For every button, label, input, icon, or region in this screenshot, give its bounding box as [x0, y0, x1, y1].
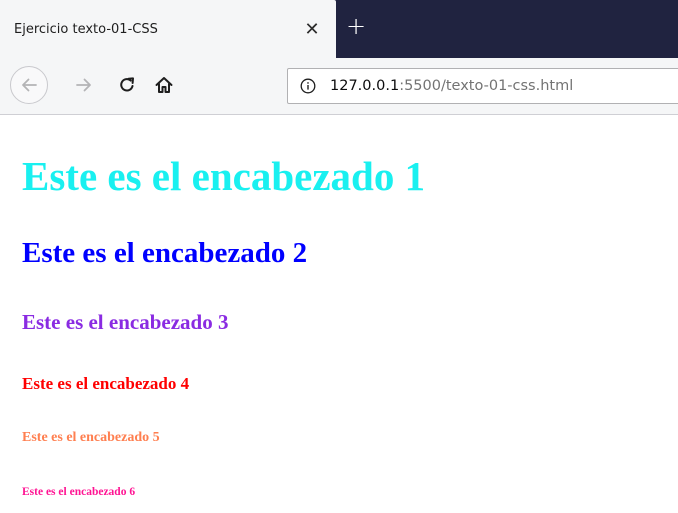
- heading-4: Este es el encabezado 4: [22, 374, 190, 393]
- url-text[interactable]: 127.0.0.1:5500/texto-01-css.html: [330, 78, 573, 94]
- navigation-toolbar: 127.0.0.1:5500/texto-01-css.html: [0, 58, 678, 115]
- new-tab-button[interactable]: +: [343, 12, 369, 40]
- heading-3: Este es el encabezado 3: [22, 310, 229, 334]
- url-host: 127.0.0.1: [330, 78, 400, 94]
- close-icon[interactable]: ✕: [300, 17, 324, 41]
- tab-strip: Ejercicio texto-01-CSS ✕ +: [0, 0, 678, 58]
- tab-active[interactable]: Ejercicio texto-01-CSS ✕: [0, 0, 336, 58]
- tab-title: Ejercicio texto-01-CSS: [14, 22, 158, 37]
- home-icon: [155, 77, 173, 93]
- heading-5: Este es el encabezado 5: [22, 430, 160, 445]
- heading-6: Este es el encabezado 6: [22, 486, 136, 498]
- address-bar[interactable]: 127.0.0.1:5500/texto-01-css.html: [287, 68, 678, 104]
- back-button[interactable]: [10, 66, 48, 104]
- heading-1: Este es el encabezado 1: [22, 153, 426, 199]
- forward-arrow-icon: [76, 78, 91, 92]
- reload-icon: [120, 77, 134, 92]
- reload-button[interactable]: [113, 71, 141, 99]
- url-path: :5500/texto-01-css.html: [399, 78, 574, 94]
- page-content: Este es el encabezado 1 Este es el encab…: [0, 115, 678, 513]
- back-arrow-icon: [22, 78, 37, 92]
- home-button[interactable]: [150, 71, 178, 99]
- info-icon[interactable]: [300, 78, 316, 94]
- heading-2: Este es el encabezado 2: [22, 237, 308, 269]
- forward-button[interactable]: [70, 71, 98, 99]
- browser-window: Ejercicio texto-01-CSS ✕ + 127.0.0.1:550…: [0, 0, 678, 513]
